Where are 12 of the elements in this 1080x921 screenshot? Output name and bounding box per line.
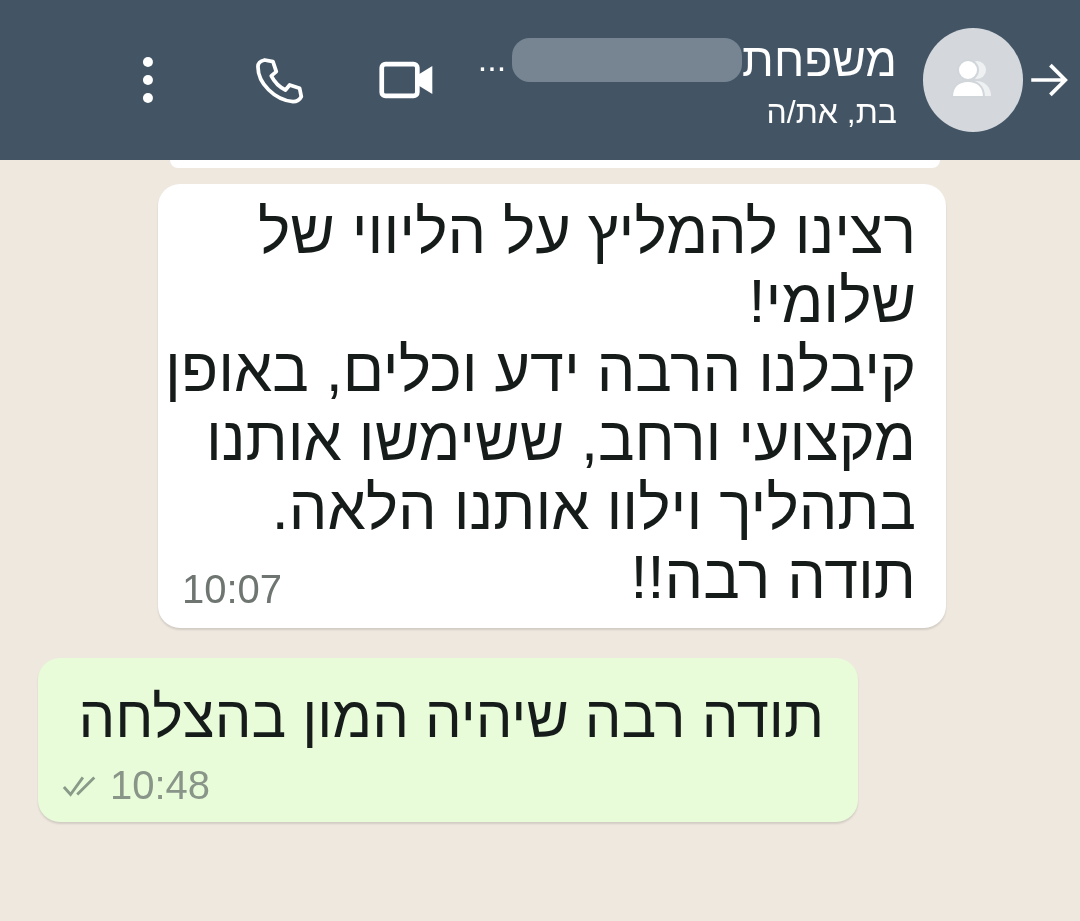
message-text: מקצועי ורחב, ששימשו אותנו	[205, 405, 916, 474]
message-text: בתהליך וילוו אותנו הלאה.	[271, 474, 916, 543]
message-text: קיבלנו הרבה ידע וכלים, באופן	[165, 336, 916, 405]
chat-subtitle: בת, את/ה	[766, 93, 897, 131]
chat-title: משפחת	[742, 32, 897, 88]
message-time: 10:07	[182, 567, 283, 612]
message-text: רצינו להמליץ על הליווי של	[257, 198, 916, 267]
message-time: 10:48	[110, 763, 211, 808]
message-text: תודה רבה שיהיה המון בהצלחה	[78, 683, 824, 751]
message-text: תודה רבה!!	[630, 543, 916, 612]
message-text: שלומי!	[748, 267, 916, 336]
title-ellipsis: ...	[477, 40, 507, 79]
